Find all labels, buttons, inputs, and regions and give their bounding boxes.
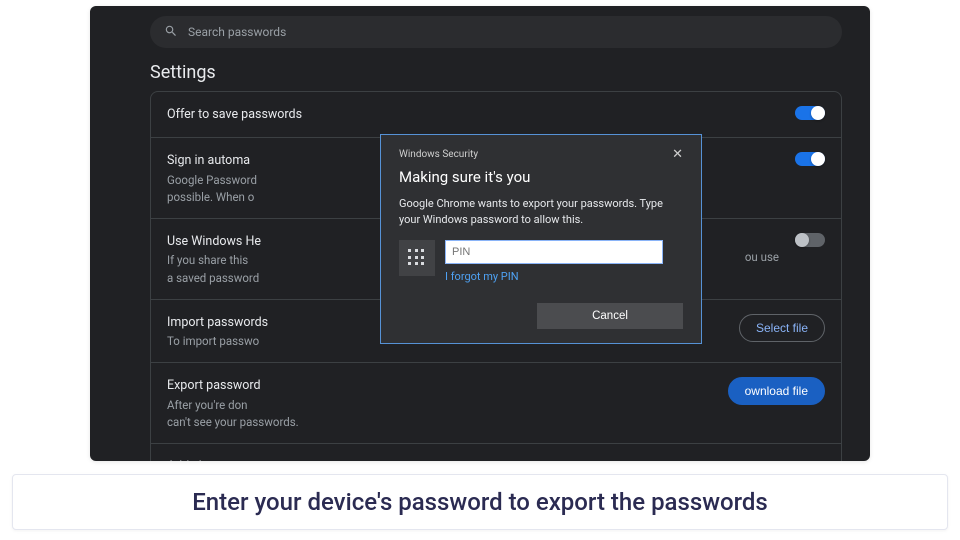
row-title: Add shortcut — [167, 456, 802, 461]
dialog-title: Making sure it's you — [399, 168, 683, 186]
dialog-message: Google Chrome wants to export your passw… — [399, 196, 683, 228]
page-title: Settings — [150, 62, 870, 83]
windows-security-dialog: Windows Security ✕ Making sure it's you … — [380, 134, 702, 344]
pin-input[interactable] — [445, 240, 663, 264]
caption: Enter your device's password to export t… — [12, 474, 948, 530]
search-input[interactable]: Search passwords — [150, 16, 842, 48]
toggle-windows-hello[interactable] — [795, 233, 825, 247]
search-icon — [164, 24, 178, 41]
row-desc-suffix: ou use — [745, 249, 779, 266]
screenshot-frame: Search passwords Settings Offer to save … — [90, 6, 870, 461]
row-desc: After you're don — [167, 397, 712, 414]
caption-text: Enter your device's password to export t… — [192, 488, 768, 516]
cancel-button[interactable]: Cancel — [537, 303, 683, 329]
row-desc: can't see your passwords. — [167, 414, 712, 431]
download-file-button[interactable]: ownload file — [728, 377, 825, 405]
forgot-pin-link[interactable]: I forgot my PIN — [445, 270, 663, 283]
toggle-signin-auto[interactable] — [795, 152, 825, 166]
dialog-header: Windows Security — [399, 149, 478, 160]
row-export: Export password After you're don can't s… — [151, 363, 841, 444]
row-offer-save: Offer to save passwords — [151, 92, 841, 138]
search-placeholder: Search passwords — [188, 25, 286, 39]
pin-keypad-icon[interactable] — [399, 240, 435, 276]
row-add-shortcut[interactable]: Add shortcut To get here quicker, add a … — [151, 444, 841, 461]
toggle-offer-save[interactable] — [795, 106, 825, 120]
close-icon[interactable]: ✕ — [672, 147, 683, 162]
select-file-button[interactable]: Select file — [739, 314, 825, 342]
row-title: Offer to save passwords — [167, 104, 779, 125]
password-manager-screen: Search passwords Settings Offer to save … — [90, 6, 870, 461]
row-title: Export password — [167, 375, 712, 396]
